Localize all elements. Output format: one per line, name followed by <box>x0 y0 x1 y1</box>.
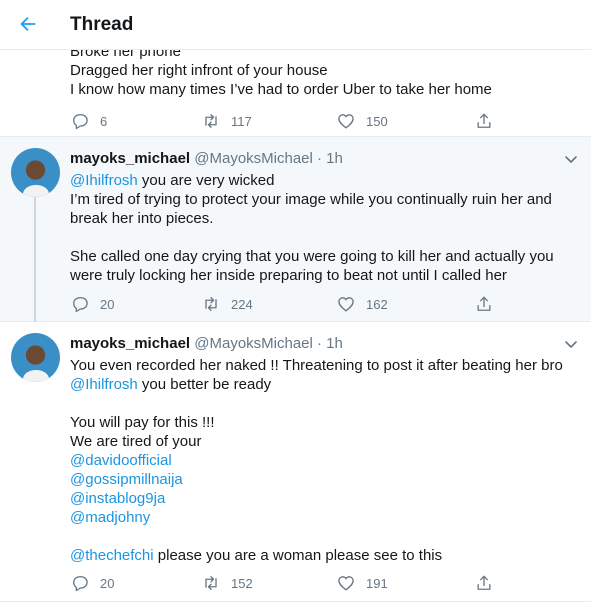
tweet-2-body: @Ihilfrosh you are very wicked I’m tired… <box>70 171 570 285</box>
heart-outline-icon <box>338 114 354 129</box>
mention-link[interactable]: @davidoofficial <box>70 452 172 469</box>
page-title: Thread <box>70 14 134 35</box>
more-options-button[interactable] <box>563 336 579 352</box>
mention-link[interactable]: @madjohny <box>70 509 150 526</box>
tweet-1-actions: 6 117 150 <box>70 110 510 132</box>
share-upload-icon <box>477 296 491 311</box>
reply-count: 20 <box>100 296 115 312</box>
heart-outline-icon <box>338 297 354 312</box>
handle-and-time[interactable]: @MayoksMichael · 1h <box>194 335 343 352</box>
reply-button[interactable]: 20 <box>70 572 114 594</box>
retweet-button[interactable]: 224 <box>201 293 253 315</box>
like-count: 162 <box>366 296 388 312</box>
mention-link[interactable]: @instablog9ja <box>70 490 165 507</box>
chevron-down-icon <box>565 156 577 163</box>
share-button[interactable] <box>474 293 494 315</box>
tweet-2-actions: 20 224 162 <box>70 293 510 315</box>
avatar[interactable] <box>11 333 60 382</box>
tweet-2[interactable]: mayoks_michael @MayoksMichael · 1h @Ihil… <box>0 137 591 322</box>
tweet-1[interactable]: Broke her phone Dragged her right infron… <box>0 42 591 137</box>
arrow-left-icon <box>20 16 36 32</box>
reply-button[interactable]: 6 <box>70 110 107 132</box>
reply-button[interactable]: 20 <box>70 293 114 315</box>
avatar[interactable] <box>11 148 60 197</box>
more-options-button[interactable] <box>563 151 579 167</box>
retweet-button[interactable]: 117 <box>201 110 252 132</box>
tweet-2-header: mayoks_michael @MayoksMichael · 1h <box>70 150 343 167</box>
reply-count: 20 <box>100 575 115 591</box>
tweet-3-body: You even recorded her naked !! Threateni… <box>70 356 570 565</box>
like-count: 150 <box>366 113 388 129</box>
speech-bubble-icon <box>73 114 88 130</box>
retweet-arrows-icon <box>205 114 217 128</box>
retweet-button[interactable]: 152 <box>201 572 253 594</box>
tweet-1-body: Broke her phone Dragged her right infron… <box>70 43 492 98</box>
retweet-arrows-icon <box>205 576 217 590</box>
like-count: 191 <box>366 575 388 591</box>
retweet-arrows-icon <box>205 297 217 311</box>
tweet-3-actions: 20 152 191 <box>70 572 510 594</box>
heart-outline-icon <box>338 576 354 591</box>
retweet-count: 152 <box>231 575 253 591</box>
reply-count: 6 <box>100 113 108 129</box>
mention-link[interactable]: @thechefchi <box>70 547 154 564</box>
tweet-text: You will pay for this !!! We are tired o… <box>70 414 215 450</box>
thread-connector <box>34 197 36 322</box>
handle-and-time[interactable]: @MayoksMichael · 1h <box>194 150 343 167</box>
speech-bubble-icon <box>73 297 88 313</box>
share-upload-icon <box>477 575 491 590</box>
share-button[interactable] <box>474 110 494 132</box>
display-name[interactable]: mayoks_michael <box>70 335 190 352</box>
speech-bubble-icon <box>73 576 88 592</box>
like-button[interactable]: 162 <box>336 293 388 315</box>
thread-header: Thread <box>0 0 591 50</box>
tweet-3-header: mayoks_michael @MayoksMichael · 1h <box>70 335 343 352</box>
mention-link[interactable]: @Ihilfrosh <box>70 172 138 189</box>
tweet-text: You even recorded her naked !! Threateni… <box>70 357 563 374</box>
mention-link[interactable]: @Ihilfrosh <box>70 376 138 393</box>
retweet-count: 117 <box>231 113 252 129</box>
mention-link[interactable]: @gossipmillnaija <box>70 471 183 488</box>
tweet-text: I’m tired of trying to protect your imag… <box>70 191 554 284</box>
chevron-down-icon <box>565 341 577 348</box>
display-name[interactable]: mayoks_michael <box>70 150 190 167</box>
share-button[interactable] <box>474 572 494 594</box>
tweet-text: please you are a woman please see to thi… <box>153 547 443 564</box>
back-button[interactable] <box>14 10 42 38</box>
retweet-count: 224 <box>231 296 253 312</box>
share-upload-icon <box>477 113 491 128</box>
like-button[interactable]: 191 <box>336 572 388 594</box>
tweet-text: you are very wicked <box>137 172 275 189</box>
tweet-3[interactable]: mayoks_michael @MayoksMichael · 1h You e… <box>0 322 591 602</box>
tweet-text: you better be ready <box>137 376 272 393</box>
like-button[interactable]: 150 <box>336 110 388 132</box>
